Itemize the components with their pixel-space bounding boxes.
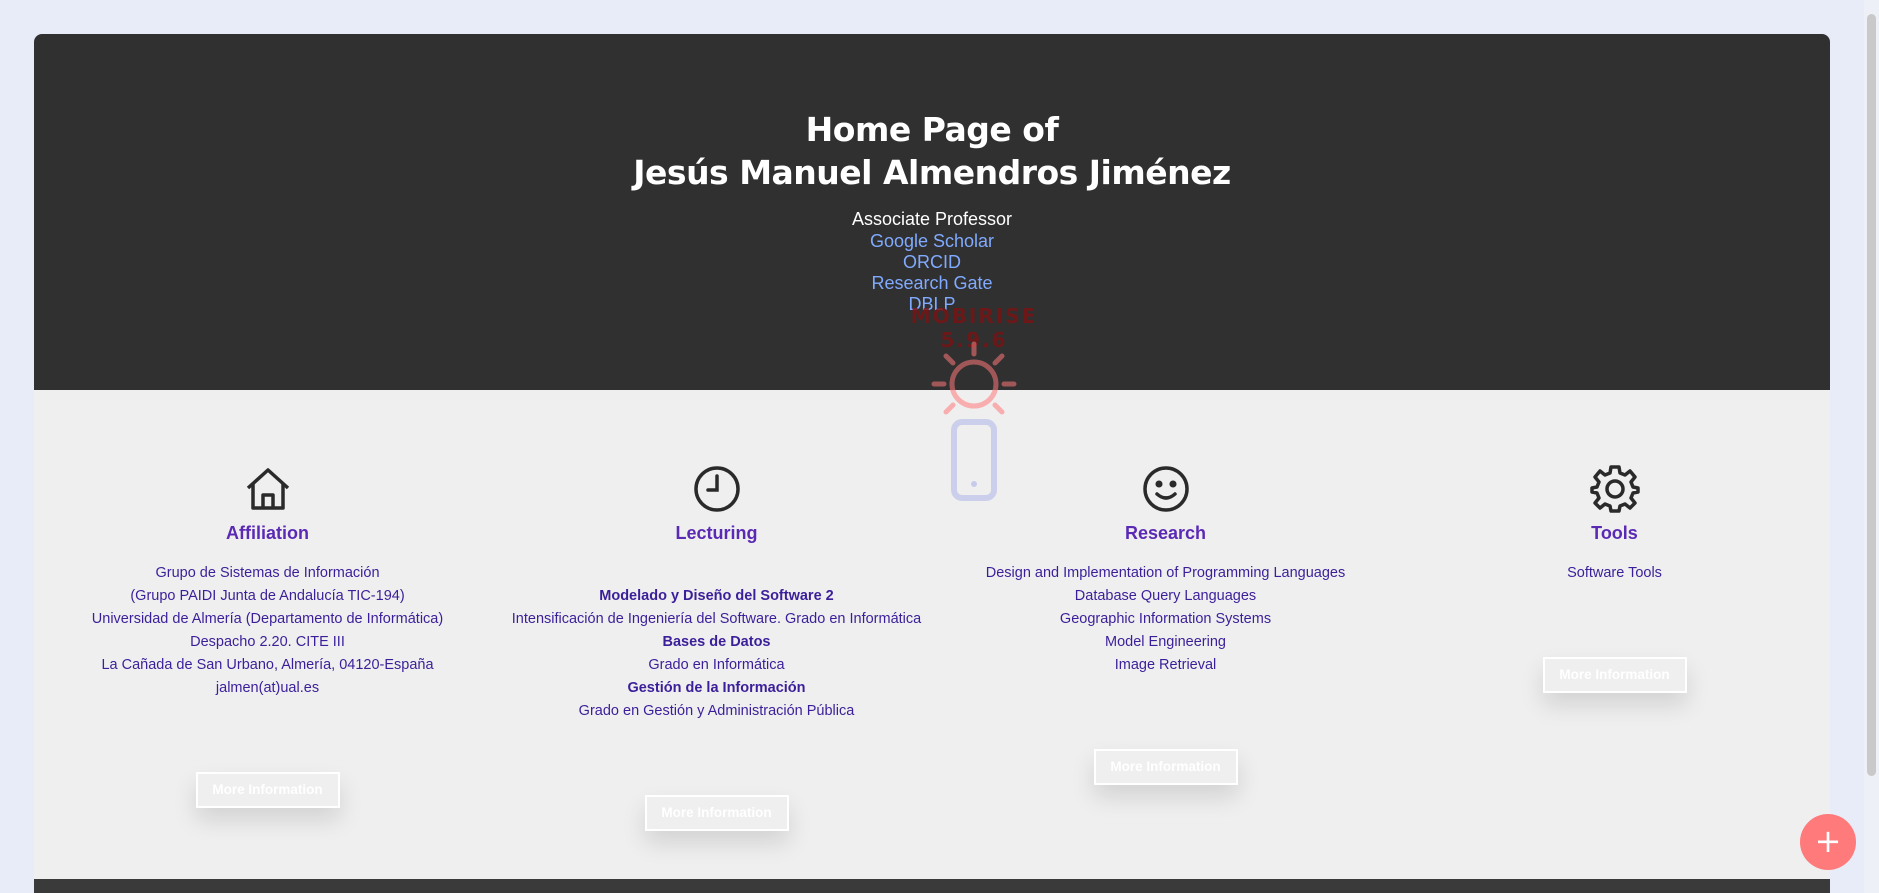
role-text: Associate Professor: [851, 209, 1013, 229]
course-name: Gestión de la Información: [627, 680, 806, 696]
affiliation-title: Affiliation: [226, 523, 309, 543]
features-section: Affiliation Grupo de Sistemas de Informa…: [34, 390, 1830, 893]
affiliation-line: Grupo de Sistemas de Información: [155, 565, 380, 581]
affiliation-line: jalmen(at)ual.es: [215, 680, 320, 696]
add-block-button[interactable]: +: [1800, 814, 1856, 870]
gear-icon: [1390, 464, 1830, 514]
lecturing-text: Modelado y Diseño del Software 2 Intensi…: [492, 585, 941, 723]
research-more-info-button[interactable]: More Information: [1093, 749, 1238, 785]
home-icon: [43, 464, 492, 514]
affiliation-line: La Cañada de San Urbano, Almería, 04120-…: [101, 657, 434, 673]
research-title: Research: [1124, 523, 1207, 543]
affiliation-text: Grupo de Sistemas de Información (Grupo …: [43, 562, 492, 700]
lecturing-title: Lecturing: [675, 523, 758, 543]
footer-strip: [34, 879, 1830, 893]
affiliation-line: (Grupo PAIDI Junta de Andalucía TIC-194): [130, 588, 405, 604]
course-name: Bases de Datos: [662, 634, 771, 650]
affiliation-line: Universidad de Almería (Departamento de …: [91, 611, 444, 627]
page-title-line2: Jesús Manuel Almendros Jiménez: [633, 153, 1231, 192]
course-name: Modelado y Diseño del Software 2: [599, 588, 834, 604]
affiliation-line: Despacho 2.20. CITE III: [190, 634, 345, 650]
research-text: Design and Implementation of Programming…: [941, 562, 1390, 677]
clock-icon: [492, 464, 941, 514]
profile-links: Google Scholar ORCID Research Gate DBLP: [34, 231, 1830, 315]
research-topic: Image Retrieval: [1114, 657, 1217, 673]
course-degree: Grado en Informática: [648, 657, 785, 673]
research-topic: Model Engineering: [1105, 634, 1226, 650]
page-frame: Home Page of Jesús Manuel Almendros Jimé…: [34, 34, 1830, 893]
research-gate-link[interactable]: Research Gate: [34, 273, 1830, 294]
course-degree: Intensificación de Ingeniería del Softwa…: [511, 611, 922, 627]
tools-title: Tools: [1591, 523, 1638, 543]
research-topic: Design and Implementation of Programming…: [985, 565, 1346, 581]
hero-section: Home Page of Jesús Manuel Almendros Jimé…: [34, 34, 1830, 390]
google-scholar-link[interactable]: Google Scholar: [34, 231, 1830, 252]
tools-more-info-button[interactable]: More Information: [1542, 657, 1687, 693]
lecturing-more-info-button[interactable]: More Information: [644, 795, 789, 831]
orcid-link[interactable]: ORCID: [34, 252, 1830, 273]
research-topic: Geographic Information Systems: [1059, 611, 1272, 627]
research-topic: Database Query Languages: [1074, 588, 1257, 604]
course-degree: Grado en Gestión y Administración Públic…: [578, 703, 855, 719]
smiley-icon: [941, 464, 1390, 514]
page-title-line1: Home Page of: [805, 110, 1059, 149]
scrollbar[interactable]: [1864, 0, 1879, 893]
tools-text: Software Tools: [1390, 562, 1830, 585]
scrollbar-thumb[interactable]: [1867, 14, 1876, 776]
page-title: Home Page of Jesús Manuel Almendros Jimé…: [34, 108, 1830, 194]
tools-line: Software Tools: [1567, 565, 1662, 581]
dblp-link[interactable]: DBLP: [34, 294, 1830, 315]
affiliation-more-info-button[interactable]: More Information: [195, 772, 340, 808]
